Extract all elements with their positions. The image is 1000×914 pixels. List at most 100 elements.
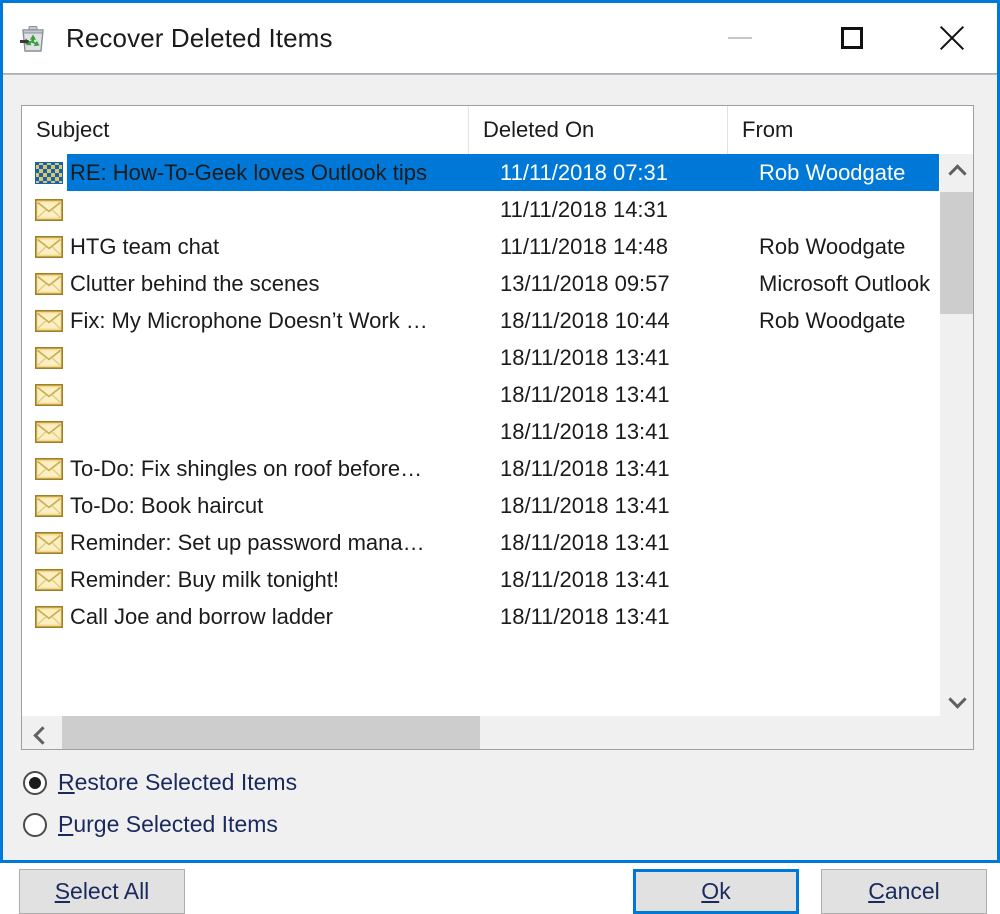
cell-from <box>745 524 961 561</box>
cell-deleted-on: 18/11/2018 13:41 <box>500 603 670 629</box>
cell-from <box>745 561 961 598</box>
accel-ok: O <box>701 878 720 904</box>
title-bar: Recover Deleted Items <box>3 3 997 73</box>
table-row[interactable]: HTG team chat 11/11/2018 14:48 Rob Woodgat… <box>22 228 973 265</box>
cell-from: Microsoft Outlook <box>759 270 931 296</box>
vertical-scrollbar-thumb[interactable] <box>940 192 973 314</box>
cell-from: Rob Woodgate <box>759 307 906 333</box>
ok-label: Ok <box>701 878 730 905</box>
table-row[interactable]: To-Do: Fix shingles on roof before… 18/11… <box>22 450 973 487</box>
recycle-bin-recover-icon <box>20 26 44 52</box>
scroll-up-button[interactable] <box>940 154 973 187</box>
ok-button[interactable]: Ok <box>633 869 799 914</box>
accel-purge: P <box>58 811 74 837</box>
table-row[interactable]: Call Joe and borrow ladder 18/11/2018 13:… <box>22 598 973 635</box>
cell-subject: To-Do: Book haircut <box>70 492 264 518</box>
recover-deleted-items-dialog: Recover Deleted Items Subject Deleted On… <box>0 0 1000 914</box>
select-all-label: Select All <box>55 878 150 905</box>
cell-deleted-on: 18/11/2018 13:41 <box>500 529 670 555</box>
cell-deleted-on: 13/11/2018 09:57 <box>500 270 670 296</box>
envelope-icon <box>35 530 67 556</box>
radio-label-purge: Purge Selected Items <box>58 811 278 838</box>
radio-label-purge-rest: urge Selected Items <box>73 811 278 837</box>
chevron-down-icon <box>950 693 964 707</box>
cell-deleted-on: 18/11/2018 13:41 <box>500 418 670 444</box>
envelope-icon <box>35 234 67 260</box>
cell-from <box>745 339 961 376</box>
horizontal-scrollbar[interactable] <box>22 715 940 749</box>
cell-subject: Reminder: Buy milk tonight! <box>70 566 339 592</box>
cell-deleted-on: 18/11/2018 10:44 <box>500 307 670 333</box>
cell-subject: Reminder: Set up password mana… <box>70 529 425 555</box>
cell-subject: HTG team chat <box>70 233 220 259</box>
close-button[interactable] <box>917 3 987 73</box>
cell-deleted-on: 18/11/2018 13:41 <box>500 566 670 592</box>
table-row[interactable]: RE: How-To-Geek loves Outlook tips 11/11/… <box>22 154 973 191</box>
cancel-rest: ancel <box>884 878 940 904</box>
dialog-body: Subject Deleted On From RE: How-To-Geek … <box>3 75 997 914</box>
envelope-icon <box>35 604 67 630</box>
radio-indicator-restore[interactable] <box>23 770 47 795</box>
ok-rest: k <box>719 878 731 904</box>
table-row[interactable]: To-Do: Book haircut 18/11/2018 13:41 <box>22 487 973 524</box>
table-row[interactable]: Reminder: Set up password mana… 18/11/201… <box>22 524 973 561</box>
scroll-down-button[interactable] <box>940 683 973 716</box>
minimize-button[interactable] <box>705 3 775 73</box>
table-row[interactable]: Reminder: Buy milk tonight! 18/11/2018 13… <box>22 561 973 598</box>
table-row[interactable]: Fix: My Microphone Doesn’t Work … 18/11/2… <box>22 302 973 339</box>
table-row[interactable]: 18/11/2018 13:41 <box>22 376 973 413</box>
envelope-icon-selected <box>35 160 67 186</box>
chevron-left-icon <box>32 726 46 740</box>
maximize-icon <box>841 27 863 49</box>
table-row[interactable]: 11/11/2018 14:31 <box>22 191 973 228</box>
accel-restore: R <box>58 769 75 795</box>
cell-subject: RE: How-To-Geek loves Outlook tips <box>70 159 428 185</box>
cell-deleted-on: 11/11/2018 07:31 <box>486 154 745 191</box>
vertical-scrollbar[interactable] <box>939 154 973 716</box>
cell-from <box>745 191 961 228</box>
select-all-button[interactable]: Select All <box>19 869 185 914</box>
column-header-subject[interactable]: Subject <box>22 106 468 154</box>
radio-restore-selected-items[interactable]: Restore Selected Items <box>23 769 297 796</box>
cell-deleted-on: 18/11/2018 13:41 <box>500 492 670 518</box>
cell-from <box>745 487 961 524</box>
envelope-icon <box>35 382 67 408</box>
cell-deleted-on: 18/11/2018 13:41 <box>500 381 670 407</box>
table-row[interactable]: Clutter behind the scenes 13/11/2018 09:5… <box>22 265 973 302</box>
envelope-icon <box>35 493 67 519</box>
cell-subject: Clutter behind the scenes <box>70 270 320 296</box>
table-row[interactable]: 18/11/2018 13:41 <box>22 413 973 450</box>
column-header-deleted-on[interactable]: Deleted On <box>468 106 727 154</box>
radio-purge-selected-items[interactable]: Purge Selected Items <box>23 811 278 838</box>
list-rows: RE: How-To-Geek loves Outlook tips 11/11/… <box>22 154 973 716</box>
radio-label-restore-rest: estore Selected Items <box>74 769 298 795</box>
column-header-from[interactable]: From <box>727 106 943 154</box>
select-all-rest: elect All <box>70 878 150 904</box>
envelope-icon <box>35 197 67 223</box>
cell-subject: Call Joe and borrow ladder <box>70 603 333 629</box>
envelope-icon <box>35 345 67 371</box>
envelope-icon <box>35 271 67 297</box>
envelope-icon <box>35 308 67 334</box>
envelope-icon <box>35 419 67 445</box>
close-icon <box>938 24 966 52</box>
envelope-icon <box>35 567 67 593</box>
cell-from <box>745 376 961 413</box>
radio-label-restore: Restore Selected Items <box>58 769 297 796</box>
radio-indicator-purge[interactable] <box>23 812 47 837</box>
horizontal-scrollbar-thumb[interactable] <box>62 716 480 749</box>
scroll-left-button[interactable] <box>22 716 55 749</box>
cell-from <box>745 450 961 487</box>
cell-deleted-on: 11/11/2018 14:31 <box>500 196 669 222</box>
deleted-items-list[interactable]: Subject Deleted On From RE: How-To-Geek … <box>21 105 974 750</box>
cell-deleted-on: 18/11/2018 13:41 <box>500 455 670 481</box>
cell-from <box>745 598 961 635</box>
cell-from <box>745 413 961 450</box>
table-row[interactable]: 18/11/2018 13:41 <box>22 339 973 376</box>
cancel-button[interactable]: Cancel <box>821 869 987 914</box>
cell-deleted-on: 11/11/2018 14:48 <box>500 233 669 259</box>
maximize-button[interactable] <box>817 3 887 73</box>
envelope-icon <box>35 456 67 482</box>
cell-subject: To-Do: Fix shingles on roof before… <box>70 455 423 481</box>
cell-from: Rob Woodgate <box>745 154 961 191</box>
